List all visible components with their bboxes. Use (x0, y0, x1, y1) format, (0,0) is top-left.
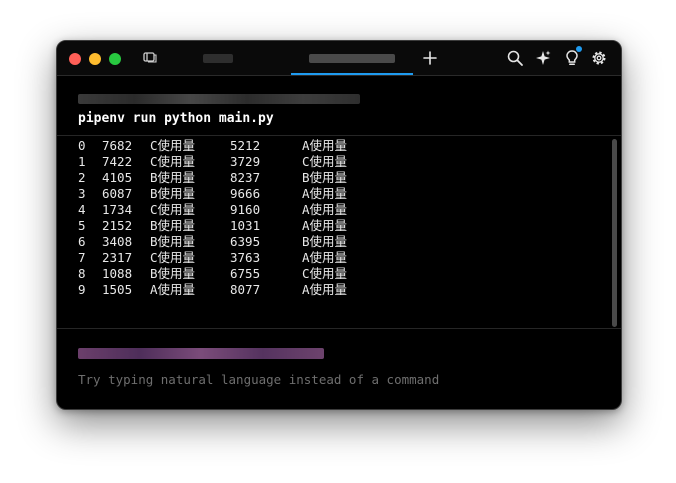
row-type-1: C使用量 (150, 202, 196, 217)
row-type-2: C使用量 (302, 154, 348, 169)
row-index: 5 (78, 218, 86, 233)
row-value-2: 8237 (230, 170, 261, 185)
output-row: 3 6087 B使用量 9666 A使用量 (78, 186, 598, 202)
row-value-1: 3408 (102, 234, 133, 249)
command-input[interactable]: Try typing natural language instead of a… (78, 372, 439, 387)
input-divider (57, 328, 621, 329)
row-value-1: 1088 (102, 266, 133, 281)
row-value-2: 6395 (230, 234, 261, 249)
output-scrollbar[interactable] (612, 139, 617, 327)
row-value-1: 2317 (102, 250, 133, 265)
output-row: 2 4105 B使用量 8237 B使用量 (78, 170, 598, 186)
row-type-2: A使用量 (302, 282, 348, 297)
row-index: 3 (78, 186, 86, 201)
output-row: 9 1505 A使用量 8077 A使用量 (78, 282, 598, 298)
row-index: 2 (78, 170, 86, 185)
close-window-button[interactable] (69, 53, 81, 65)
row-value-2: 3729 (230, 154, 261, 169)
row-type-2: C使用量 (302, 266, 348, 281)
output-row: 0 7682 C使用量 5212 A使用量 (78, 138, 598, 154)
row-type-1: C使用量 (150, 154, 196, 169)
row-type-1: B使用量 (150, 186, 196, 201)
title-bar (57, 41, 621, 76)
active-tab-indicator (291, 73, 413, 75)
command-output: 0 7682 C使用量 5212 A使用量 1 7422 C使用量 3729 C使用量 2 4105 B… (78, 138, 598, 328)
row-index: 4 (78, 202, 86, 217)
output-row: 8 1088 B使用量 6755 C使用量 (78, 266, 598, 282)
row-type-2: A使用量 (302, 202, 348, 217)
plus-icon[interactable] (421, 49, 439, 67)
gear-icon[interactable] (590, 49, 608, 67)
row-value-2: 6755 (230, 266, 261, 281)
terminal-window: pipenv run python main.py 0 7682 C使用量 5212 A… (56, 40, 622, 410)
row-type-1: B使用量 (150, 170, 196, 185)
row-value-1: 7422 (102, 154, 133, 169)
row-value-2: 9160 (230, 202, 261, 217)
row-type-2: B使用量 (302, 234, 348, 249)
output-row: 4 1734 C使用量 9160 A使用量 (78, 202, 598, 218)
row-type-2: B使用量 (302, 170, 348, 185)
row-index: 8 (78, 266, 86, 281)
row-index: 7 (78, 250, 86, 265)
row-type-2: A使用量 (302, 250, 348, 265)
row-type-1: C使用量 (150, 138, 196, 153)
search-icon[interactable] (506, 49, 524, 67)
row-value-2: 3763 (230, 250, 261, 265)
row-value-1: 7682 (102, 138, 133, 153)
row-index: 1 (78, 154, 86, 169)
row-value-2: 5212 (230, 138, 261, 153)
zoom-window-button[interactable] (109, 53, 121, 65)
output-row: 7 2317 C使用量 3763 A使用量 (78, 250, 598, 266)
output-row: 5 2152 B使用量 1031 A使用量 (78, 218, 598, 234)
tab-inactive[interactable] (197, 41, 237, 75)
row-value-1: 6087 (102, 186, 133, 201)
row-type-1: A使用量 (150, 282, 196, 297)
command-text: pipenv run python main.py (78, 111, 274, 126)
row-value-1: 1734 (102, 202, 133, 217)
row-type-2: A使用量 (302, 186, 348, 201)
minimize-window-button[interactable] (89, 53, 101, 65)
row-value-2: 8077 (230, 282, 261, 297)
row-type-1: B使用量 (150, 266, 196, 281)
row-type-2: A使用量 (302, 218, 348, 233)
output-row: 6 3408 B使用量 6395 B使用量 (78, 234, 598, 250)
row-index: 6 (78, 234, 86, 249)
row-type-1: B使用量 (150, 234, 196, 249)
row-value-2: 9666 (230, 186, 261, 201)
sparkle-icon[interactable] (534, 49, 552, 67)
row-index: 0 (78, 138, 86, 153)
tab-sidebar-icon[interactable] (143, 51, 157, 63)
output-row: 1 7422 C使用量 3729 C使用量 (78, 154, 598, 170)
row-type-2: A使用量 (302, 138, 348, 153)
row-index: 9 (78, 282, 86, 297)
tab-title-redacted (309, 54, 395, 63)
row-type-1: B使用量 (150, 218, 196, 233)
row-value-1: 1505 (102, 282, 133, 297)
command-block-header[interactable]: pipenv run python main.py (57, 76, 621, 136)
row-value-1: 2152 (102, 218, 133, 233)
input-prompt-redacted (78, 348, 324, 359)
tab-active[interactable] (291, 41, 413, 75)
row-type-1: C使用量 (150, 250, 196, 265)
tab-title-redacted (203, 54, 233, 63)
prompt-context-redacted (78, 94, 360, 104)
notification-dot (576, 46, 582, 52)
row-value-2: 1031 (230, 218, 261, 233)
row-value-1: 4105 (102, 170, 133, 185)
